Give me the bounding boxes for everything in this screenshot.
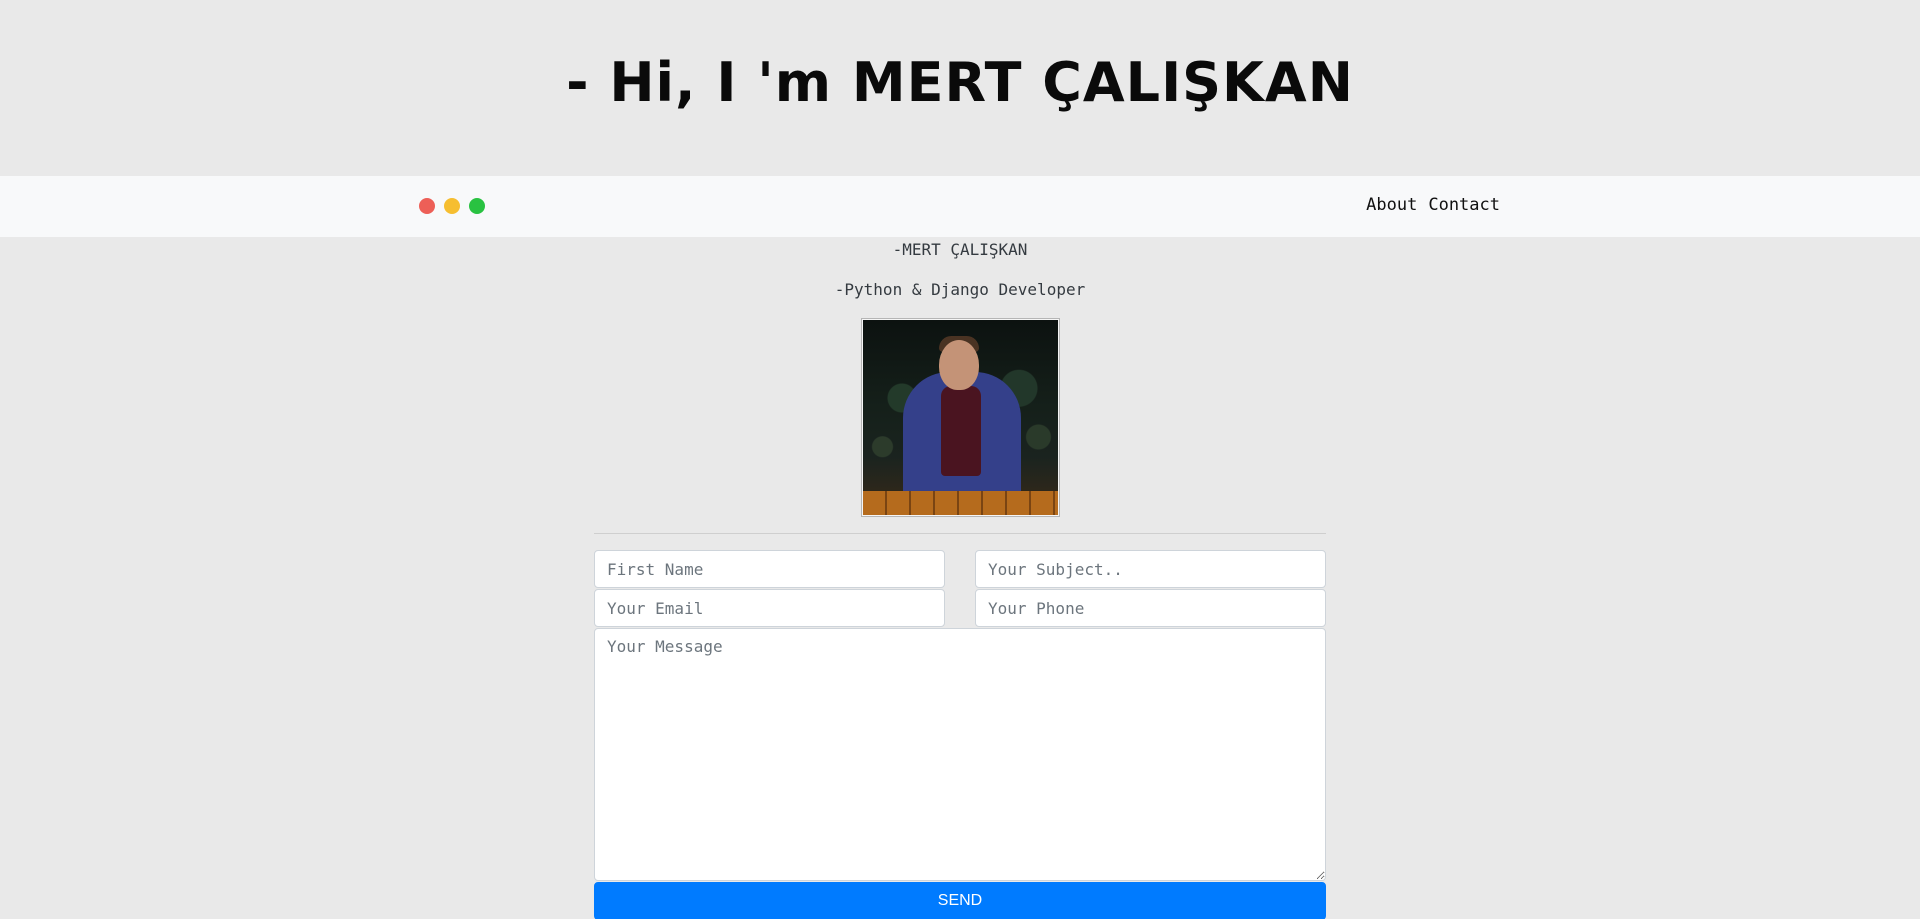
send-button[interactable]: SEND xyxy=(594,882,1326,919)
close-dot-icon[interactable] xyxy=(419,198,435,214)
hero-section: - Hi, I 'm MERT ÇALIŞKAN xyxy=(0,0,1920,176)
email-input[interactable] xyxy=(594,589,945,627)
window-controls xyxy=(419,198,485,214)
profile-photo xyxy=(860,318,1060,517)
page-title: - Hi, I 'm MERT ÇALIŞKAN xyxy=(566,50,1354,114)
nav-links: About Contact xyxy=(1366,195,1500,215)
nav-link-about[interactable]: About xyxy=(1366,195,1417,215)
minimize-dot-icon[interactable] xyxy=(444,198,460,214)
first-name-input[interactable] xyxy=(594,550,945,588)
message-textarea[interactable] xyxy=(594,628,1326,881)
form-row xyxy=(594,589,1326,627)
nav-link-contact[interactable]: Contact xyxy=(1428,195,1500,215)
profile-name: -MERT ÇALIŞKAN xyxy=(892,240,1028,259)
maximize-dot-icon[interactable] xyxy=(469,198,485,214)
section-divider xyxy=(594,533,1326,534)
navbar: About Contact xyxy=(0,176,1920,237)
subject-input[interactable] xyxy=(975,550,1326,588)
contact-form: SEND xyxy=(594,550,1326,919)
profile-section: -MERT ÇALIŞKAN -Python & Django Develope… xyxy=(0,240,1920,517)
profile-photo-image xyxy=(862,320,1058,515)
form-row xyxy=(594,550,1326,588)
phone-input[interactable] xyxy=(975,589,1326,627)
profile-role: -Python & Django Developer xyxy=(834,280,1086,299)
